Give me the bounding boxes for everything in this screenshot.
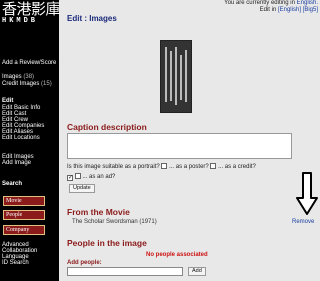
update-button[interactable]: Update [69,184,95,193]
language-status: You are currently editing in English. Ed… [224,0,318,14]
page-title: Edit : Images [67,14,117,23]
add-people-input[interactable] [67,267,183,276]
people-heading: People in the image [67,238,147,248]
edit-in-line: Edit in [English] [Big5] [224,7,318,14]
ad-label: ... as an ad? [82,174,116,180]
editing-language-line: You are currently editing in English. [224,0,318,7]
credit-images-count: (15) [41,81,52,87]
movie-title-link[interactable]: The Scholar Swordsman (1971) [72,219,157,225]
portrait-question: Is this image suitable as a portrait? [67,164,160,170]
credit-images-link[interactable]: Credit Images (15) [2,81,52,88]
image-text-column [180,55,182,100]
search-company-button[interactable]: Company [3,225,45,235]
movie-heading: From the Movie [67,207,130,217]
edit-locations-link[interactable]: Edit Locations [2,135,40,142]
logo-cjk-text: 香港影庫 [2,0,61,18]
caption-textarea[interactable] [67,133,292,159]
editing-language-prefix: You are currently editing in [224,0,295,6]
credit-label: ... as a credit? [218,164,256,170]
edit-heading: Edit [2,98,14,104]
edit-in-prefix: Edit in [259,7,277,13]
logo[interactable]: 香港影庫 HKMDB [2,0,61,25]
credit-images-label: Credit Images [2,81,40,87]
add-image-link[interactable]: Add Image [2,160,31,167]
search-heading: Search [2,181,23,187]
no-people-message: No people associated [146,252,208,258]
images-link[interactable]: Images (38) [2,74,34,81]
ad-checkbox[interactable] [74,173,81,179]
sidebar: 香港影庫 HKMDB Add a Review/Score Images (38… [0,0,61,281]
suitability-row: Is this image suitable as a portrait? ..… [67,163,256,171]
credit-checkbox[interactable]: ✓ [67,175,73,181]
image-text-column [185,50,187,102]
current-language: English. [296,0,318,6]
search-movie-button[interactable]: Movie [3,196,45,206]
logo-latin-text: HKMDB [2,17,39,25]
images-count: (38) [23,74,35,80]
image-text-column [170,51,172,101]
images-link-label: Images [2,74,22,80]
add-people-button[interactable]: Add [188,267,206,276]
poster-checkbox[interactable] [210,163,217,169]
credit-image-thumbnail[interactable] [160,40,192,113]
page: 香港影庫 HKMDB Add a Review/Score Images (38… [0,0,320,281]
id-search-link[interactable]: ID Search [2,260,29,267]
remove-link[interactable]: Remove [292,219,314,225]
english-link[interactable]: [English] [278,7,301,13]
add-people-label: Add people: [67,260,102,266]
portrait-checkbox[interactable] [161,163,168,169]
down-arrow-icon [296,172,318,215]
image-text-column [165,47,167,102]
image-text-column [175,47,177,105]
poster-label: ... as a poster? [169,164,209,170]
search-people-button[interactable]: People [3,210,45,220]
big5-link[interactable]: [Big5] [303,7,318,13]
caption-heading: Caption description [67,122,147,132]
suitability-row-2: ✓ ... as an ad? [67,173,115,181]
add-review-link[interactable]: Add a Review/Score [2,60,56,67]
